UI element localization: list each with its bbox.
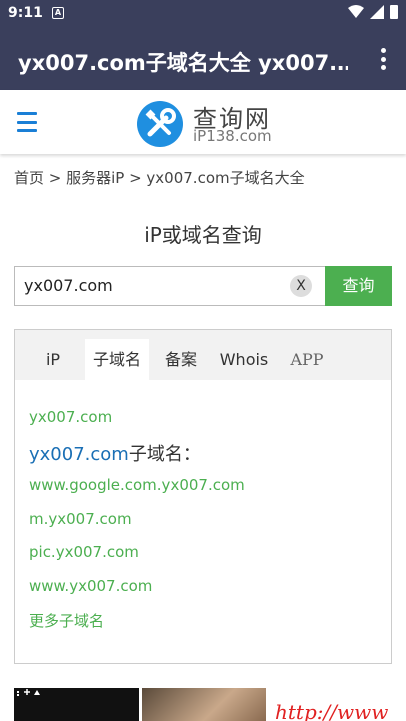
ad-image-2[interactable] — [142, 688, 266, 721]
subdomain-link[interactable]: m.yx007.com — [29, 510, 132, 528]
site-logo[interactable]: 查询网 iP138.com — [137, 99, 277, 147]
tab-bar: iP 子域名 备案 Whois APP — [15, 330, 391, 380]
tab-ip[interactable]: iP — [33, 339, 73, 380]
ad-text: http://www — [275, 700, 389, 721]
site-header: 查询网 iP138.com — [0, 90, 406, 154]
battery-icon — [390, 5, 398, 19]
more-options-icon[interactable] — [380, 48, 386, 70]
subdomain-link[interactable]: www.yx007.com — [29, 577, 152, 595]
results-panel: iP 子域名 备案 Whois APP yx007.com yx007.com子… — [14, 329, 392, 664]
notification-icon: A — [52, 7, 64, 19]
search-heading: iP或域名查询 — [144, 223, 262, 247]
wifi-icon — [348, 5, 364, 18]
subdomain-heading-suffix: 子域名： — [128, 444, 201, 465]
domain-link[interactable]: yx007.com — [29, 408, 112, 426]
ad-image-3[interactable]: http://www — [269, 688, 392, 721]
status-bar: 9:11 A — [0, 0, 406, 28]
query-button[interactable]: 查询 — [325, 266, 392, 306]
breadcrumb[interactable]: 首页 > 服务器iP > yx007.com子域名大全 — [14, 167, 305, 188]
tools-icon — [137, 101, 183, 147]
app-bar: yx007.com子域名大全 yx007.… — [0, 28, 406, 90]
subdomain-heading: yx007.com子域名： — [29, 440, 201, 466]
subdomain-link[interactable]: www.google.com.yx007.com — [29, 476, 245, 494]
status-icons — [348, 5, 398, 19]
ad-toolbar-icon — [17, 689, 40, 696]
more-subdomains-link[interactable]: 更多子域名 — [29, 610, 104, 631]
app-bar-title: yx007.com子域名大全 yx007.… — [18, 51, 348, 75]
search-input[interactable]: yx007.com X — [14, 266, 326, 306]
status-time: 9:11 — [8, 5, 43, 21]
clear-button[interactable]: X — [290, 275, 312, 297]
tab-icp[interactable]: 备案 — [159, 339, 203, 380]
menu-icon[interactable] — [17, 112, 37, 132]
subdomain-heading-domain[interactable]: yx007.com — [29, 444, 129, 465]
search-input-value: yx007.com — [24, 276, 113, 295]
ad-strip: http://www — [14, 688, 392, 721]
signal-icon — [370, 5, 384, 19]
subdomain-link[interactable]: pic.yx007.com — [29, 543, 139, 561]
tab-whois[interactable]: Whois — [215, 339, 273, 380]
tab-subdomain[interactable]: 子域名 — [85, 339, 149, 380]
site-domain: iP138.com — [193, 127, 272, 145]
tab-app[interactable]: APP — [285, 339, 329, 380]
ad-image-1[interactable] — [14, 688, 139, 721]
